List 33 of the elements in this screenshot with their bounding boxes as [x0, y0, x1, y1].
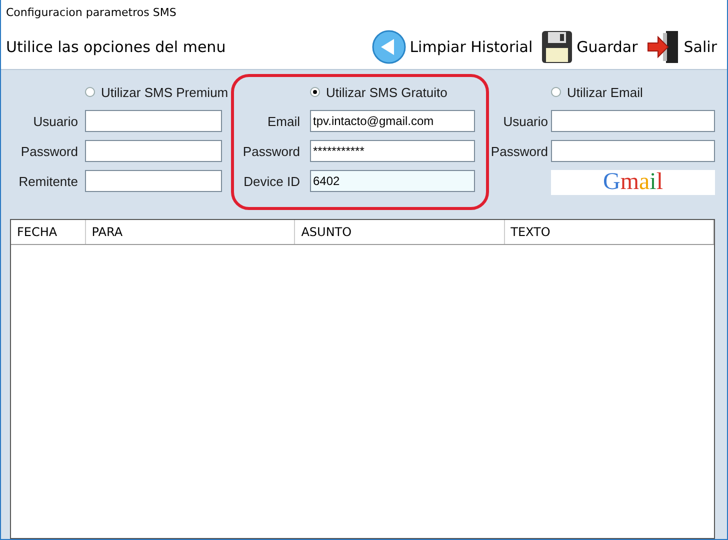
gmail-button[interactable]: Gmail	[551, 170, 715, 195]
text-field[interactable]: ***********	[310, 140, 475, 162]
field-label: Remitente	[18, 174, 78, 188]
text-field[interactable]: tpv.intacto@gmail.com	[310, 110, 475, 132]
field-label: Password	[20, 144, 78, 158]
field-label: Device ID	[242, 174, 300, 188]
radio-dot[interactable]	[85, 87, 95, 97]
text-field[interactable]	[551, 140, 715, 162]
column-header[interactable]: ASUNTO	[295, 220, 505, 244]
column-header[interactable]: FECHA	[11, 220, 86, 244]
back-button[interactable]: Limpiar Historial	[372, 30, 533, 64]
radio-option[interactable]: Utilizar Email	[551, 82, 643, 102]
radio-dot[interactable]	[551, 87, 561, 97]
radio-dot[interactable]	[310, 87, 320, 97]
column-header[interactable]: TEXTO	[504, 220, 714, 244]
exit-button[interactable]: Salir	[646, 30, 717, 64]
window-title: Configuracion parametros SMS	[5, 5, 178, 21]
text-field[interactable]	[85, 110, 222, 132]
field-label: Usuario	[502, 114, 548, 128]
radio-option[interactable]: Utilizar SMS Gratuito	[310, 82, 448, 102]
save-button[interactable]: Guardar	[540, 30, 638, 64]
text-field[interactable]	[551, 110, 715, 132]
field-label: Password	[242, 144, 300, 158]
field-label: Usuario	[32, 114, 78, 128]
text-field[interactable]	[85, 140, 222, 162]
field-label: Email	[266, 114, 300, 128]
text-field[interactable]	[85, 170, 222, 192]
menu-hint: Utilice las opciones del menu	[6, 38, 227, 56]
column-header[interactable]: PARA	[86, 220, 296, 244]
field-label: Password	[490, 144, 548, 158]
text-field[interactable]: 6402	[310, 170, 475, 192]
exit-door-icon	[646, 30, 680, 64]
radio-option[interactable]: Utilizar SMS Premium	[85, 82, 228, 102]
